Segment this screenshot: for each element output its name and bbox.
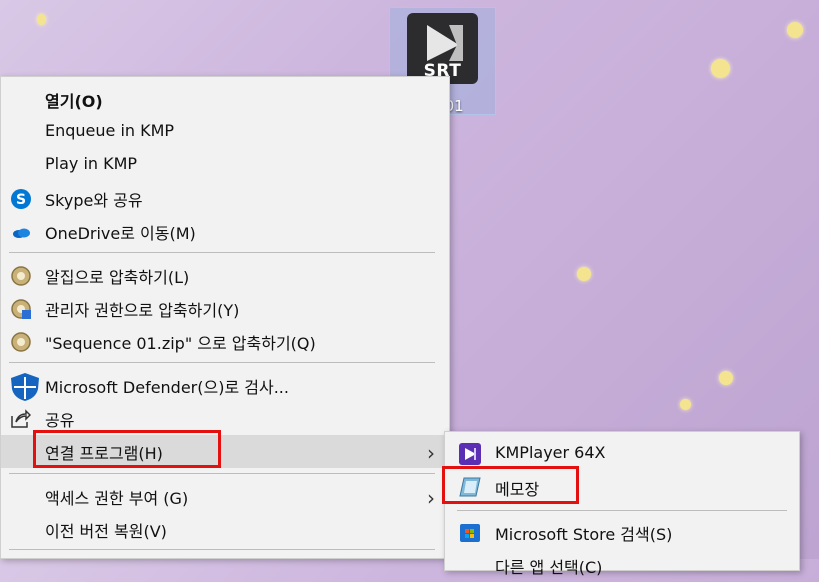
chevron-right-icon: › bbox=[427, 486, 435, 510]
alzip-admin-icon bbox=[10, 298, 32, 320]
svg-text:S: S bbox=[16, 192, 26, 208]
share-icon bbox=[9, 408, 32, 430]
wallpaper-dot bbox=[719, 371, 733, 385]
menu-item-alzip-compress[interactable]: 알집으로 압축하기(L) bbox=[1, 259, 449, 292]
kmplayer-icon bbox=[459, 443, 481, 465]
highlight-box-notepad bbox=[442, 466, 579, 504]
wallpaper-dot bbox=[787, 22, 803, 38]
highlight-box-open-with bbox=[33, 430, 221, 468]
wallpaper-dot bbox=[577, 267, 591, 281]
onedrive-icon bbox=[10, 221, 32, 243]
menu-item-share-skype[interactable]: S Skype와 공유 bbox=[1, 182, 449, 215]
menu-item-open[interactable]: 열기(O) bbox=[1, 83, 449, 116]
menu-separator bbox=[9, 252, 435, 253]
menu-item-grant-access[interactable]: 액세스 권한 부여 (G) › bbox=[1, 480, 449, 513]
wallpaper-dot bbox=[37, 14, 46, 25]
chevron-right-icon: › bbox=[427, 441, 435, 465]
submenu-item-store-search[interactable]: Microsoft Store 검색(S) bbox=[445, 515, 799, 549]
submenu-item-choose-another-app[interactable]: 다른 앱 선택(C) bbox=[445, 548, 799, 582]
defender-shield-icon bbox=[9, 372, 41, 401]
menu-item-compress-to-zip[interactable]: "Sequence 01.zip" 으로 압축하기(Q) bbox=[1, 325, 449, 358]
context-menu: 열기(O) Enqueue in KMP Play in KMP S Skype… bbox=[0, 76, 450, 559]
alzip-icon bbox=[10, 265, 32, 287]
menu-item-alzip-admin-compress[interactable]: 관리자 권한으로 압축하기(Y) bbox=[1, 292, 449, 325]
menu-item-enqueue-kmp[interactable]: Enqueue in KMP bbox=[1, 116, 449, 149]
menu-item-defender-scan[interactable]: Microsoft Defender(으)로 검사... bbox=[1, 369, 449, 402]
wallpaper-dot bbox=[680, 399, 691, 410]
menu-item-play-kmp[interactable]: Play in KMP bbox=[1, 149, 449, 182]
menu-separator bbox=[9, 473, 435, 474]
menu-separator bbox=[9, 362, 435, 363]
menu-item-onedrive-move[interactable]: OneDrive로 이동(M) bbox=[1, 215, 449, 248]
menu-item-restore-previous[interactable]: 이전 버전 복원(V) bbox=[1, 513, 449, 546]
menu-separator bbox=[457, 510, 787, 511]
menu-separator bbox=[9, 549, 435, 550]
wallpaper-dot bbox=[711, 59, 730, 78]
skype-icon: S bbox=[10, 188, 32, 210]
store-icon bbox=[459, 521, 481, 543]
srt-file-icon: SRT bbox=[407, 13, 478, 84]
alzip-icon bbox=[10, 331, 32, 353]
